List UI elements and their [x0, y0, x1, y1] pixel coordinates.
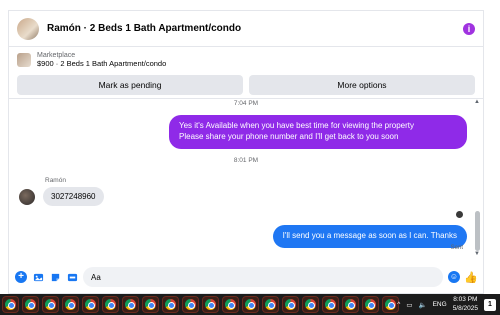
- taskbar-chrome-app[interactable]: [282, 296, 299, 313]
- chat-title[interactable]: Ramón · 2 Beds 1 Bath Apartment/condo: [47, 23, 463, 34]
- chrome-icon: [185, 299, 196, 310]
- chrome-icon: [245, 299, 256, 310]
- chrome-icon: [125, 299, 136, 310]
- message-thread: 7:04 PM Yes it's Available when you have…: [9, 98, 483, 258]
- incoming-message[interactable]: 3027248960: [43, 187, 104, 206]
- scrollbar[interactable]: ▲ ▼: [474, 99, 480, 257]
- taskbar-chrome-app[interactable]: [2, 296, 19, 313]
- message-line: Yes it's Available when you have best ti…: [179, 121, 414, 130]
- plus-icon[interactable]: +: [15, 271, 27, 283]
- listing-actions: Mark as pending More options: [9, 73, 483, 99]
- timestamp: 7:04 PM: [233, 100, 259, 107]
- listing-source: Marketplace: [37, 52, 76, 59]
- listing-price-title: $900 · 2 Beds 1 Bath Apartment/condo: [37, 59, 167, 68]
- timestamp: 8:01 PM: [233, 157, 259, 164]
- thumbs-up-icon[interactable]: 👍: [464, 271, 478, 284]
- chrome-icon: [105, 299, 116, 310]
- taskbar-chrome-app[interactable]: [202, 296, 219, 313]
- clock-time: 8:03 PM: [453, 296, 478, 304]
- chrome-icon: [85, 299, 96, 310]
- chrome-icon: [145, 299, 156, 310]
- listing-thumbnail[interactable]: [17, 17, 39, 40]
- outgoing-message[interactable]: I'll send you a message as soon as I can…: [272, 225, 467, 248]
- chrome-icon: [25, 299, 36, 310]
- chrome-icon: [205, 299, 216, 310]
- chrome-icon: [265, 299, 276, 310]
- scroll-down-arrow-icon[interactable]: ▼: [474, 251, 480, 257]
- taskbar-chrome-app[interactable]: [162, 296, 179, 313]
- gif-icon[interactable]: [66, 271, 78, 283]
- message-input[interactable]: Aa: [83, 267, 443, 287]
- listing-small-thumbnail: [17, 53, 31, 67]
- taskbar-chrome-app[interactable]: [22, 296, 39, 313]
- taskbar-chrome-app[interactable]: [82, 296, 99, 313]
- listing-bar[interactable]: Marketplace $900 · 2 Beds 1 Bath Apartme…: [9, 47, 483, 73]
- messenger-window: Ramón · 2 Beds 1 Bath Apartment/condo i …: [8, 10, 484, 294]
- chrome-icon: [285, 299, 296, 310]
- mark-as-pending-button[interactable]: Mark as pending: [17, 75, 243, 95]
- taskbar-chrome-app[interactable]: [302, 296, 319, 313]
- clock-date: 5/8/2025: [452, 304, 478, 312]
- taskbar: ^ ▭ 🔈 ENG 8:03 PM 5/8/2025 1: [0, 294, 500, 315]
- taskbar-chrome-app[interactable]: [42, 296, 59, 313]
- taskbar-chrome-app[interactable]: [362, 296, 379, 313]
- listing-text: Marketplace $900 · 2 Beds 1 Bath Apartme…: [37, 52, 166, 68]
- composer: + Aa ☺ 👍: [9, 259, 483, 295]
- chrome-icon: [385, 299, 396, 310]
- message-line: Please share your phone number and I'll …: [179, 131, 399, 141]
- photo-icon[interactable]: [32, 271, 44, 283]
- chrome-icon: [345, 299, 356, 310]
- taskbar-apps: [2, 296, 402, 313]
- message-status: Sent: [450, 245, 463, 251]
- taskbar-chrome-app[interactable]: [122, 296, 139, 313]
- taskbar-chrome-app[interactable]: [62, 296, 79, 313]
- chrome-icon: [5, 299, 16, 310]
- scroll-up-arrow-icon[interactable]: ▲: [474, 99, 480, 105]
- taskbar-chrome-app[interactable]: [342, 296, 359, 313]
- sender-name: Ramón: [45, 177, 66, 184]
- emoji-icon[interactable]: ☺: [448, 271, 460, 283]
- taskbar-chrome-app[interactable]: [182, 296, 199, 313]
- chrome-icon: [165, 299, 176, 310]
- chat-header: Ramón · 2 Beds 1 Bath Apartment/condo i: [9, 11, 483, 47]
- taskbar-chrome-app[interactable]: [142, 296, 159, 313]
- chevron-up-icon[interactable]: ^: [397, 301, 400, 308]
- more-options-button[interactable]: More options: [249, 75, 475, 95]
- scroll-thumb[interactable]: [475, 211, 480, 251]
- chrome-icon: [325, 299, 336, 310]
- taskbar-chrome-app[interactable]: [222, 296, 239, 313]
- chrome-icon: [305, 299, 316, 310]
- outgoing-message[interactable]: Yes it's Available when you have best ti…: [169, 115, 467, 149]
- system-tray: ^ ▭ 🔈 ENG 8:03 PM 5/8/2025 1: [397, 294, 496, 315]
- network-icon[interactable]: ▭: [406, 301, 412, 309]
- avatar[interactable]: [19, 189, 35, 205]
- taskbar-chrome-app[interactable]: [242, 296, 259, 313]
- info-icon[interactable]: i: [463, 22, 475, 35]
- taskbar-chrome-app[interactable]: [102, 296, 119, 313]
- sticker-icon[interactable]: [49, 271, 61, 283]
- chrome-icon: [65, 299, 76, 310]
- taskbar-chrome-app[interactable]: [322, 296, 339, 313]
- taskbar-chrome-app[interactable]: [262, 296, 279, 313]
- chrome-icon: [365, 299, 376, 310]
- chrome-icon: [225, 299, 236, 310]
- notification-icon[interactable]: 1: [484, 298, 496, 311]
- clock[interactable]: 8:03 PM 5/8/2025: [453, 296, 478, 312]
- seen-avatar-icon: [456, 211, 463, 218]
- volume-icon[interactable]: 🔈: [419, 301, 427, 309]
- language-indicator[interactable]: ENG: [433, 301, 447, 308]
- chrome-icon: [45, 299, 56, 310]
